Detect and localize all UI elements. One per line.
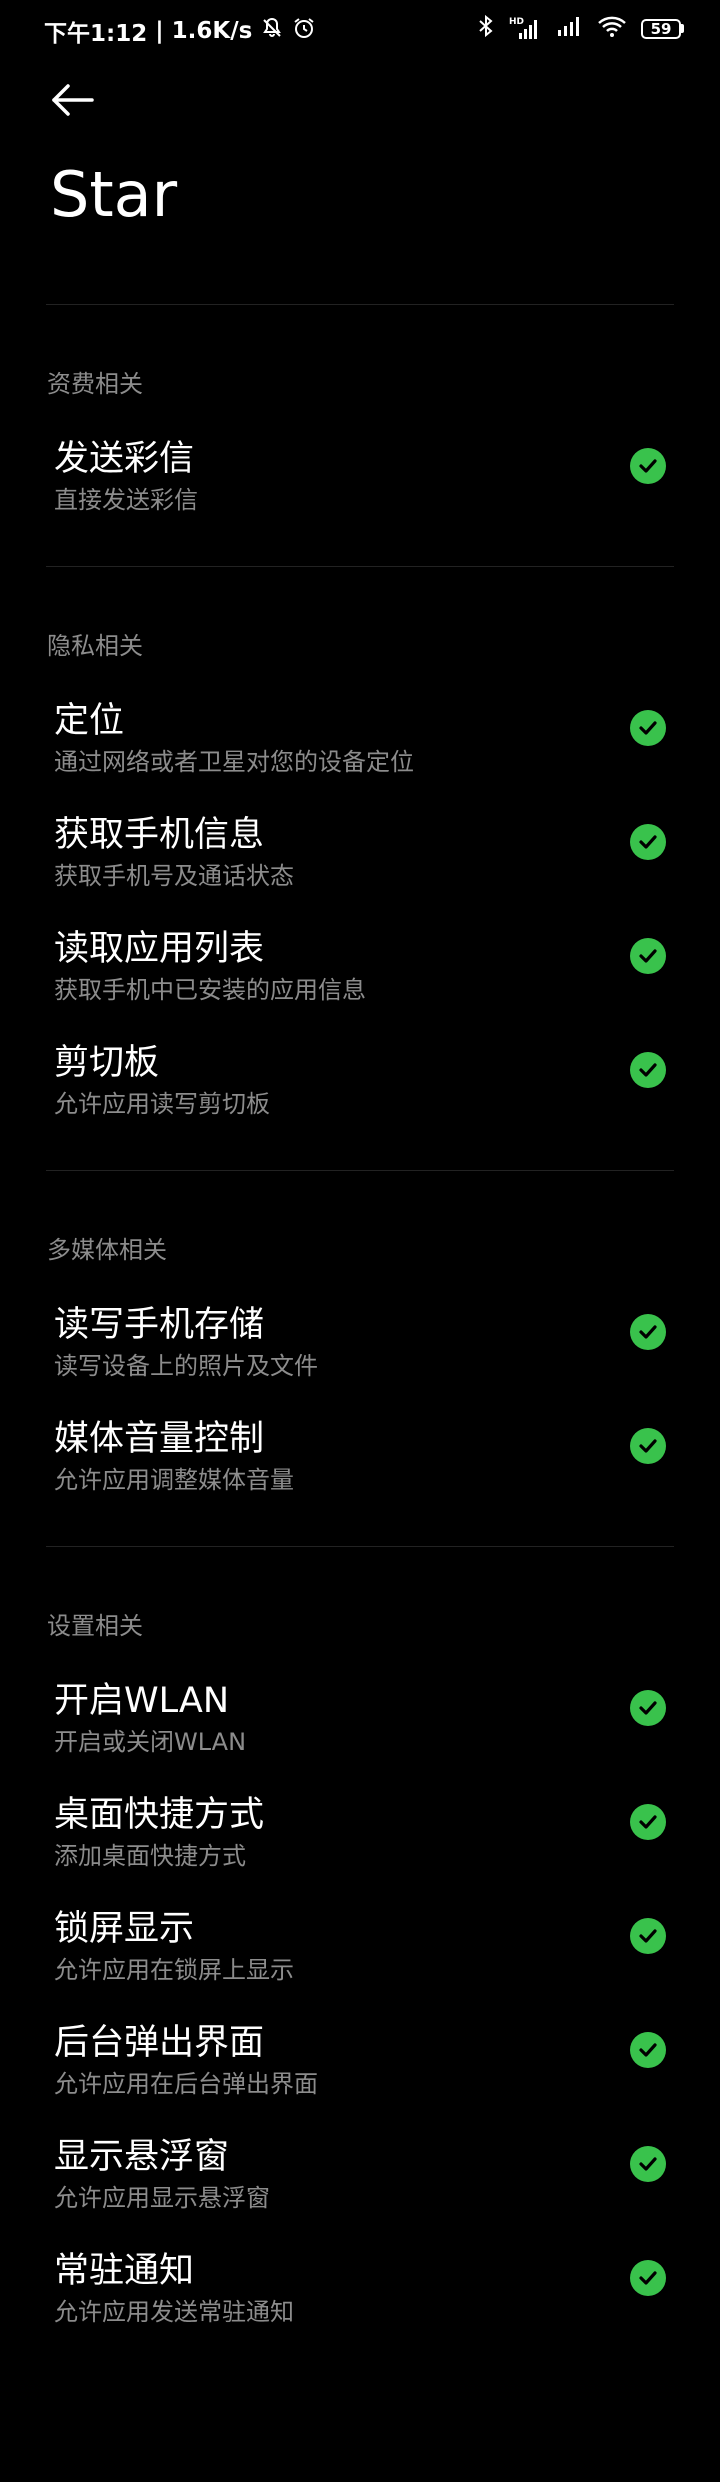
perm-desc: 允许应用在锁屏上显示 xyxy=(54,1956,294,1984)
perm-item-storage[interactable]: 读写手机存储 读写设备上的照片及文件 xyxy=(54,1296,674,1406)
perm-desc: 开启或关闭WLAN xyxy=(54,1728,247,1756)
check-icon[interactable] xyxy=(630,938,666,974)
check-icon[interactable] xyxy=(630,2032,666,2068)
perm-item-persistent-notification[interactable]: 常驻通知 允许应用发送常驻通知 xyxy=(54,2242,674,2352)
check-icon[interactable] xyxy=(630,1918,666,1954)
section-divider xyxy=(46,304,674,305)
perm-item-clipboard[interactable]: 剪切板 允许应用读写剪切板 xyxy=(54,1034,674,1144)
status-separator: | xyxy=(155,18,164,44)
section-divider xyxy=(46,1170,674,1171)
check-icon[interactable] xyxy=(630,824,666,860)
perm-item-send-mms[interactable]: 发送彩信 直接发送彩信 xyxy=(54,430,674,540)
signal-icon-2 xyxy=(553,14,583,43)
check-icon[interactable] xyxy=(630,1428,666,1464)
perm-desc: 允许应用在后台弹出界面 xyxy=(54,2070,318,2098)
check-icon[interactable] xyxy=(630,448,666,484)
status-time: 下午1:12 xyxy=(44,21,148,47)
section-title-multimedia: 多媒体相关 xyxy=(47,1236,167,1264)
perm-title: 媒体音量控制 xyxy=(54,1419,265,1459)
alarm-icon xyxy=(292,16,316,46)
section-divider xyxy=(46,1546,674,1547)
perm-title: 定位 xyxy=(54,701,125,741)
status-right: HD 59 xyxy=(477,14,684,43)
check-icon[interactable] xyxy=(630,1314,666,1350)
back-button[interactable] xyxy=(50,80,106,126)
perm-desc: 允许应用发送常驻通知 xyxy=(54,2298,294,2326)
perm-desc: 允许应用显示悬浮窗 xyxy=(54,2184,270,2212)
section-title-settings: 设置相关 xyxy=(47,1612,143,1640)
perm-title: 后台弹出界面 xyxy=(54,2023,265,2063)
check-icon[interactable] xyxy=(630,2260,666,2296)
signal-icon: HD xyxy=(509,17,539,41)
signal-hd-label: HD xyxy=(509,16,525,27)
perm-item-floating-window[interactable]: 显示悬浮窗 允许应用显示悬浮窗 xyxy=(54,2128,674,2238)
perm-title: 开启WLAN xyxy=(54,1681,230,1721)
perm-title: 读取应用列表 xyxy=(54,929,265,969)
perm-item-background-popup[interactable]: 后台弹出界面 允许应用在后台弹出界面 xyxy=(54,2014,674,2124)
status-left: 下午1:12 | 1.6K/s xyxy=(44,14,316,48)
check-icon[interactable] xyxy=(630,1690,666,1726)
check-icon[interactable] xyxy=(630,710,666,746)
network-speed: 1.6K/s xyxy=(171,18,253,44)
bluetooth-icon xyxy=(477,14,495,43)
perm-desc: 通过网络或者卫星对您的设备定位 xyxy=(54,748,414,776)
section-title-fees: 资费相关 xyxy=(47,370,143,398)
perm-title: 锁屏显示 xyxy=(54,1909,195,1949)
perm-title: 获取手机信息 xyxy=(54,815,265,855)
check-icon[interactable] xyxy=(630,1804,666,1840)
page-title: Star xyxy=(50,158,178,231)
section-title-privacy: 隐私相关 xyxy=(47,632,143,660)
perm-desc: 获取手机中已安装的应用信息 xyxy=(54,976,366,1004)
perm-item-desktop-shortcut[interactable]: 桌面快捷方式 添加桌面快捷方式 xyxy=(54,1786,674,1896)
mute-icon xyxy=(260,16,284,46)
battery-icon: 59 xyxy=(641,18,684,39)
section-divider xyxy=(46,566,674,567)
perm-title: 显示悬浮窗 xyxy=(54,2137,230,2177)
perm-desc: 直接发送彩信 xyxy=(54,486,198,514)
wifi-icon xyxy=(597,14,627,43)
perm-title: 发送彩信 xyxy=(54,439,195,479)
perm-desc: 读写设备上的照片及文件 xyxy=(54,1352,318,1380)
perm-item-media-volume[interactable]: 媒体音量控制 允许应用调整媒体音量 xyxy=(54,1410,674,1520)
battery-level: 59 xyxy=(641,18,681,39)
perm-item-lockscreen-display[interactable]: 锁屏显示 允许应用在锁屏上显示 xyxy=(54,1900,674,2010)
perm-title: 常驻通知 xyxy=(54,2251,195,2291)
status-bar: 下午1:12 | 1.6K/s HD 59 xyxy=(0,0,720,60)
perm-item-wlan[interactable]: 开启WLAN 开启或关闭WLAN xyxy=(54,1672,674,1782)
perm-desc: 允许应用读写剪切板 xyxy=(54,1090,270,1118)
perm-item-app-list[interactable]: 读取应用列表 获取手机中已安装的应用信息 xyxy=(54,920,674,1030)
perm-desc: 添加桌面快捷方式 xyxy=(54,1842,246,1870)
perm-title: 读写手机存储 xyxy=(54,1305,265,1345)
perm-title: 剪切板 xyxy=(54,1043,160,1083)
back-arrow-icon xyxy=(52,84,94,116)
perm-item-phone-info[interactable]: 获取手机信息 获取手机号及通话状态 xyxy=(54,806,674,916)
perm-title: 桌面快捷方式 xyxy=(54,1795,265,1835)
perm-item-location[interactable]: 定位 通过网络或者卫星对您的设备定位 xyxy=(54,692,674,802)
perm-desc: 允许应用调整媒体音量 xyxy=(54,1466,294,1494)
check-icon[interactable] xyxy=(630,2146,666,2182)
perm-desc: 获取手机号及通话状态 xyxy=(54,862,294,890)
check-icon[interactable] xyxy=(630,1052,666,1088)
